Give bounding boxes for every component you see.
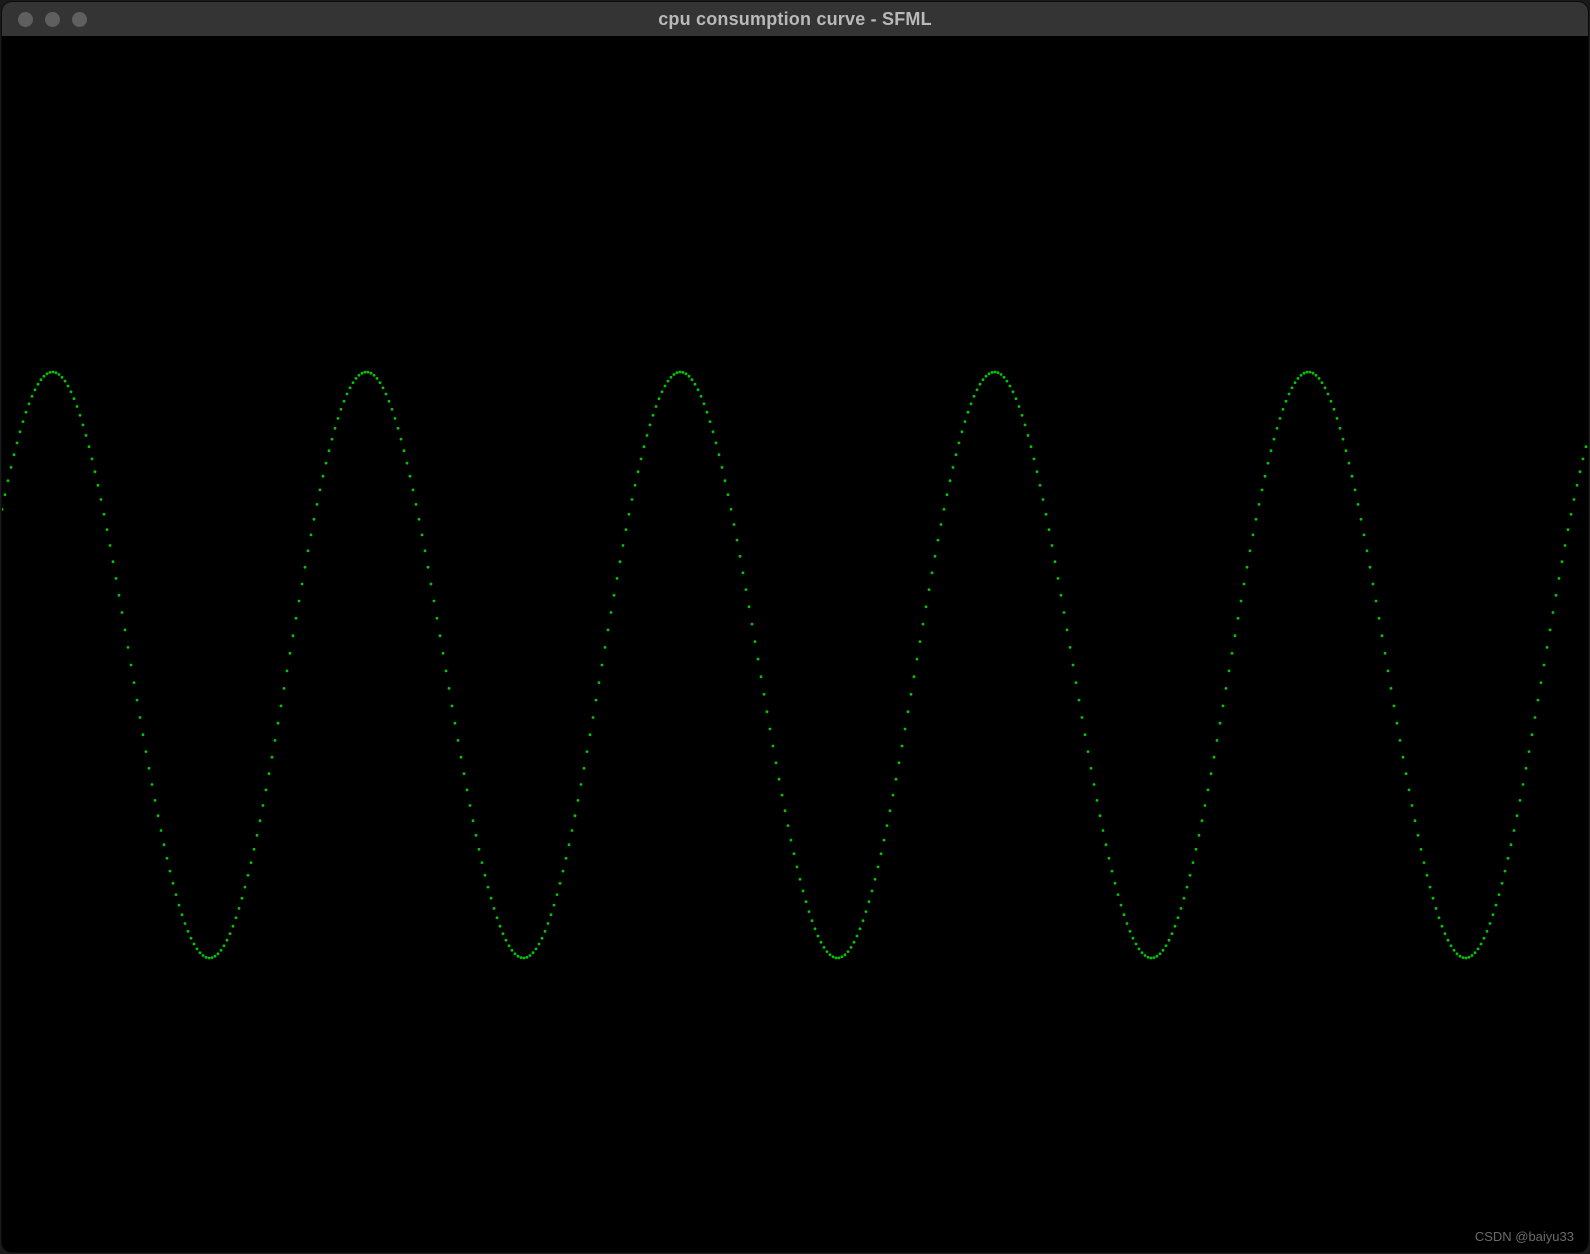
- traffic-lights: [2, 12, 87, 27]
- titlebar[interactable]: cpu consumption curve - SFML: [2, 2, 1588, 36]
- zoom-icon[interactable]: [72, 12, 87, 27]
- window-title: cpu consumption curve - SFML: [2, 9, 1588, 30]
- minimize-icon[interactable]: [45, 12, 60, 27]
- canvas-area: CSDN @baiyu33: [2, 36, 1588, 1252]
- close-icon[interactable]: [18, 12, 33, 27]
- watermark-text: CSDN @baiyu33: [1475, 1229, 1574, 1244]
- app-window: cpu consumption curve - SFML CSDN @baiyu…: [2, 2, 1588, 1252]
- sine-curve-plot: [2, 36, 1588, 1252]
